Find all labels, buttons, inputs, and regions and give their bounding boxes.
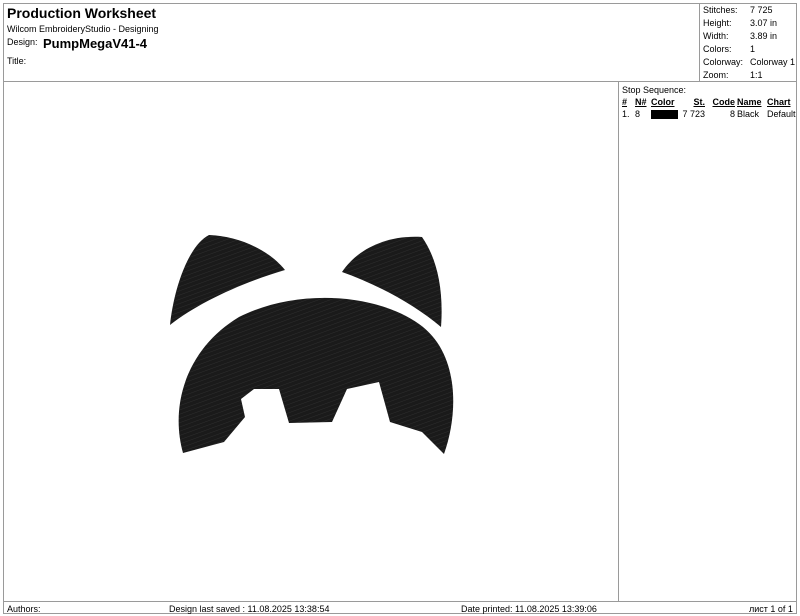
spec-label: Colorway: xyxy=(703,57,744,67)
page-number: лист 1 of 1 xyxy=(749,604,793,614)
row-name: Black xyxy=(737,109,760,119)
worksheet-title: Production Worksheet xyxy=(7,5,157,21)
spec-label: Colors: xyxy=(703,44,732,54)
mouth-shape xyxy=(178,297,454,454)
design-label: Design: xyxy=(7,37,38,47)
software-name: Wilcom EmbroideryStudio - Designing xyxy=(7,24,159,34)
header-num: # xyxy=(622,97,628,107)
header-color: Color xyxy=(651,97,675,107)
stop-sequence-title: Stop Sequence: xyxy=(622,85,687,95)
design-name: PumpMegaV41-4 xyxy=(43,36,148,51)
spec-label: Zoom: xyxy=(703,70,729,80)
date-printed: Date printed: 11.08.2025 13:39:06 xyxy=(461,604,597,614)
spec-value: 7 725 xyxy=(750,5,773,15)
design-preview xyxy=(4,82,619,601)
spec-label: Height: xyxy=(703,18,732,28)
spec-value: 1 xyxy=(750,44,756,54)
design-specs: Stitches: 7 725 Height: 3.07 in Width: 3… xyxy=(699,4,796,82)
header-chart: Chart xyxy=(767,97,791,107)
header-stitches: St. xyxy=(693,97,705,107)
authors-label: Authors: xyxy=(7,604,41,614)
title-label: Title: xyxy=(7,56,27,66)
row-stitches: 7 723 xyxy=(682,109,705,119)
header-name: Name xyxy=(737,97,762,107)
worksheet-header: Production Worksheet Wilcom EmbroiderySt… xyxy=(4,4,796,82)
embroidery-design-image xyxy=(170,235,454,454)
last-saved: Design last saved : 11.08.2025 13:38:54 xyxy=(169,604,330,614)
worksheet-footer: Authors: Design last saved : 11.08.2025 … xyxy=(4,601,796,614)
row-chart: Default xyxy=(767,109,796,119)
production-worksheet: Production Worksheet Wilcom EmbroiderySt… xyxy=(3,3,797,614)
spec-value: 3.07 in xyxy=(750,18,778,28)
color-swatch xyxy=(651,110,678,119)
spec-label: Stitches: xyxy=(703,5,738,15)
row-code: 8 xyxy=(729,109,735,119)
spec-value: Colorway 1 xyxy=(750,57,796,67)
spec-value: 1:1 xyxy=(750,70,763,80)
spec-label: Width: xyxy=(703,31,729,41)
row-needle: 8 xyxy=(635,109,641,119)
row-num: 1. xyxy=(622,109,630,119)
spec-value: 3.89 in xyxy=(750,31,778,41)
stop-sequence-panel: Stop Sequence: # N# Color St. Code Name … xyxy=(619,82,796,601)
header-needle: N# xyxy=(635,97,647,107)
header-code: Code xyxy=(712,97,736,107)
